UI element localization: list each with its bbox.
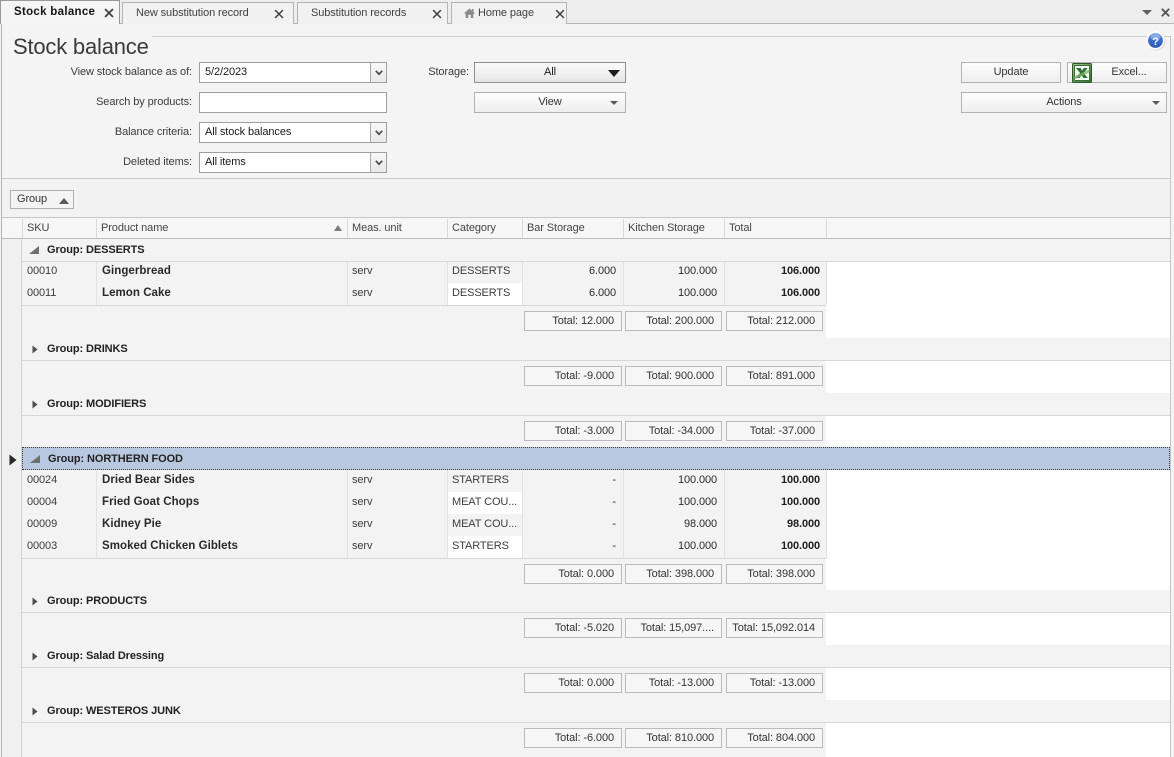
svg-text:?: ? — [1152, 36, 1159, 48]
